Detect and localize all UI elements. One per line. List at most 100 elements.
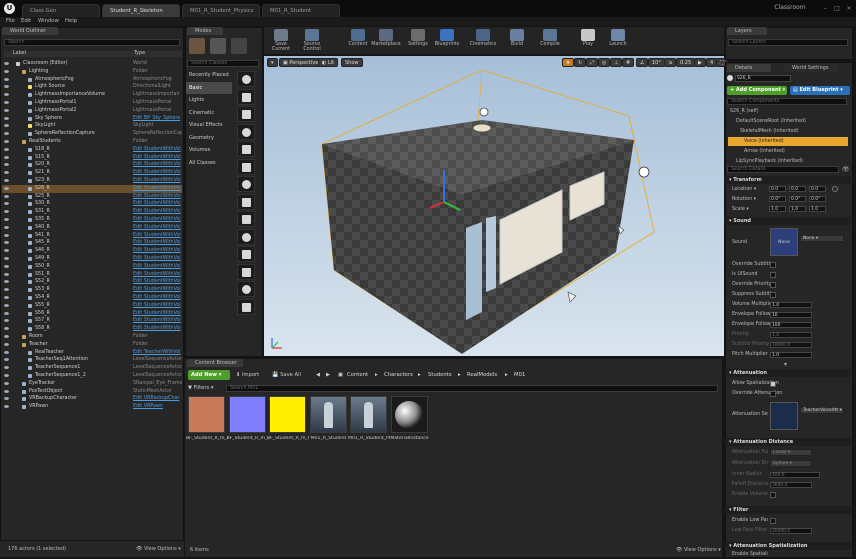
outliner-row[interactable]: TeacherSequence1_2 LevelSequenceActor: [2, 372, 182, 380]
visibility-eye-icon[interactable]: [4, 69, 9, 73]
visibility-eye-icon[interactable]: [4, 140, 9, 143]
outliner-row[interactable]: AtmosphericFog AtmosphericFog: [2, 76, 182, 84]
component-item[interactable]: S26_R (self): [728, 107, 848, 116]
menu-help[interactable]: Help: [65, 17, 77, 26]
location-z[interactable]: 0.0: [809, 186, 826, 192]
edit-blueprint-link[interactable]: Edit StudentWithVoi: [133, 208, 181, 216]
outliner-row[interactable]: S53_R Edit StudentWithVoi: [2, 286, 182, 294]
edit-blueprint-link[interactable]: Edit StudentWithVoi: [133, 232, 181, 240]
attenuation-shape-select[interactable]: Sphere ▾: [770, 460, 812, 467]
inner-radius-field[interactable]: 400.0: [770, 472, 820, 478]
edit-blueprint-link[interactable]: Edit StudentWithVoi: [133, 216, 181, 224]
sound-option-checkbox[interactable]: [770, 292, 776, 298]
scale-z[interactable]: 1.0: [809, 206, 826, 212]
toolbar-compile-button[interactable]: Compile: [535, 28, 565, 53]
translate-icon[interactable]: ✥: [562, 58, 575, 67]
edit-blueprint-link[interactable]: Edit StudentWithVoi: [133, 177, 181, 185]
visibility-eye-icon[interactable]: [4, 163, 9, 167]
visibility-eye-icon[interactable]: [4, 101, 9, 104]
layers-search-input[interactable]: Search Layers: [728, 39, 848, 46]
details-tab[interactable]: Details: [727, 64, 771, 72]
visibility-eye-icon[interactable]: [4, 124, 9, 128]
outliner-row[interactable]: Sky Sphere Edit BP_Sky_Sphere: [2, 115, 182, 123]
attenuation-section[interactable]: ▾ Attenuation: [725, 369, 851, 377]
cat-geometry[interactable]: Geometry: [186, 132, 232, 145]
visibility-eye-icon[interactable]: [4, 311, 9, 315]
allow-spatialization-checkbox[interactable]: [770, 381, 776, 387]
filters-button[interactable]: ▼ Filters ▾: [188, 384, 213, 392]
edit-blueprint-link[interactable]: Edit StudentWithVoi: [133, 271, 181, 279]
edit-blueprint-link[interactable]: Edit BP_Sky_Sphere: [133, 115, 180, 123]
edit-blueprint-link[interactable]: Edit TeacherWithVoi: [133, 349, 181, 357]
edit-blueprint-link[interactable]: Edit StudentWithVoi: [133, 302, 181, 310]
location-x[interactable]: 0.0: [769, 186, 786, 192]
subtitle-priority-field[interactable]: 10000.0: [770, 342, 812, 348]
outliner-row[interactable]: S20_R Edit StudentWithVoi: [2, 161, 182, 169]
visibility-eye-icon[interactable]: [4, 202, 9, 206]
falloff-distance-field[interactable]: 3600.0: [770, 482, 812, 488]
sound-option-checkbox[interactable]: [770, 282, 776, 288]
edit-blueprint-link[interactable]: Edit StudentWithVoi: [133, 193, 181, 201]
placeable-actor-icon[interactable]: [237, 211, 255, 227]
attenuation-function-select[interactable]: Linear ▾: [770, 449, 812, 456]
components-search-input[interactable]: Search Components: [727, 98, 847, 105]
actor-name-field[interactable]: S26_R: [735, 75, 791, 82]
outliner-row[interactable]: S57_R Edit StudentWithVoi: [2, 317, 182, 325]
location-y[interactable]: 0.0: [789, 186, 806, 192]
outliner-row[interactable]: S46_R Edit StudentWithVoi: [2, 247, 182, 255]
close-icon[interactable]: ×: [844, 4, 854, 13]
rotation-snap-value[interactable]: 10°: [648, 58, 665, 67]
world-space-icon[interactable]: ◎: [598, 58, 611, 67]
maximize-icon[interactable]: □: [832, 4, 842, 13]
envelope-attack-field[interactable]: 10: [770, 312, 812, 318]
crumb-students[interactable]: Students: [428, 370, 452, 380]
visibility-eye-icon[interactable]: [4, 108, 9, 112]
outliner-row[interactable]: S49_R Edit StudentWithVoi: [2, 255, 182, 263]
place-mode-icon[interactable]: [189, 38, 205, 54]
placeable-actor-icon[interactable]: [237, 71, 255, 87]
outliner-row[interactable]: LightmassPortal2 LightmassPortal: [2, 107, 182, 115]
toolbar-launch-button[interactable]: Launch: [603, 28, 633, 53]
outliner-row[interactable]: S56_R Edit StudentWithVoi: [2, 310, 182, 318]
placeable-actor-icon[interactable]: [237, 176, 255, 192]
outliner-row[interactable]: TeacherSequence1 LevelSequenceActor: [2, 364, 182, 372]
edit-blueprint-link[interactable]: Edit StudentWithVoi: [133, 294, 181, 302]
outliner-row[interactable]: S30_R Edit StudentWithVoi: [2, 200, 182, 208]
outliner-row[interactable]: S25_R Edit StudentWithVoi: [2, 193, 182, 201]
visibility-eye-icon[interactable]: [4, 132, 9, 136]
visibility-eye-icon[interactable]: [4, 116, 9, 120]
outliner-row[interactable]: RealStudents Folder: [2, 138, 182, 146]
outliner-row[interactable]: Room Folder: [2, 333, 182, 341]
modes-tab[interactable]: Modes: [187, 27, 223, 35]
sound-option-checkbox[interactable]: [770, 272, 776, 278]
toolbar-cinematics-button[interactable]: Cinematics: [468, 28, 498, 53]
placeable-actor-icon[interactable]: [237, 88, 255, 105]
visibility-eye-icon[interactable]: [4, 296, 9, 299]
sound-section[interactable]: ▾ Sound: [725, 217, 851, 225]
toolbar-marketplace-button[interactable]: Marketplace: [371, 28, 401, 53]
spatialization-section[interactable]: ▾ Attenuation Spatialization: [725, 542, 851, 550]
outliner-row[interactable]: VRBackupCharacter Edit VRBackupChar: [2, 395, 182, 403]
back-icon[interactable]: ◀: [316, 370, 320, 380]
edit-blueprint-link[interactable]: Edit StudentWithVoi: [133, 185, 181, 193]
outliner-row[interactable]: SphereReflectionCapture SphereReflectionC…: [2, 130, 182, 138]
show-button[interactable]: Show: [341, 58, 363, 67]
outliner-row[interactable]: S35_R Edit StudentWithVoi: [2, 216, 182, 224]
save-all-button[interactable]: 💾 Save All: [272, 370, 301, 380]
tab-student[interactable]: M01_R_Student: [262, 4, 340, 17]
minimize-icon[interactable]: –: [820, 4, 830, 13]
visibility-eye-icon[interactable]: [4, 280, 9, 284]
grid-snap-icon[interactable]: #: [622, 58, 635, 67]
visibility-eye-icon[interactable]: [4, 249, 9, 253]
surface-snap-icon[interactable]: ⊥: [610, 58, 623, 67]
outliner-row[interactable]: EyeTracker SRanipal_Eye_Frame: [2, 380, 182, 388]
placeable-actor-icon[interactable]: [237, 246, 255, 262]
outliner-row[interactable]: S23_R Edit StudentWithVoi: [2, 177, 182, 185]
visibility-eye-icon[interactable]: [4, 288, 9, 292]
outliner-row[interactable]: Light Source DirectionalLight: [2, 83, 182, 91]
visibility-eye-icon[interactable]: [4, 147, 9, 151]
placeable-actor-icon[interactable]: [237, 193, 255, 210]
menu-file[interactable]: File: [6, 17, 15, 26]
menu-window[interactable]: Window: [38, 17, 59, 26]
cat-volumes[interactable]: Volumes: [186, 144, 232, 157]
